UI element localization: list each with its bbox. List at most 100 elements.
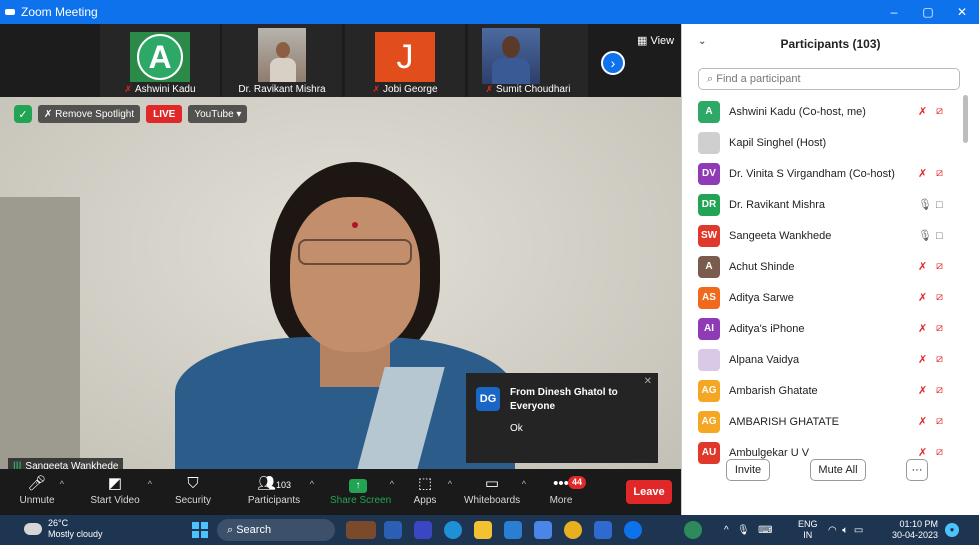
mic-muted-icon[interactable]: ✗ xyxy=(918,167,927,180)
mic-icon[interactable]: 🎙︎ xyxy=(918,198,932,211)
zoom-taskbar-icon[interactable] xyxy=(624,521,642,539)
participant-row[interactable]: SW Sangeeta Wankhede 🎙︎ □ xyxy=(682,220,972,251)
avatar: DR xyxy=(698,193,720,216)
chevron-up-icon[interactable]: ^ xyxy=(724,525,729,536)
mic-muted-icon[interactable]: ✗ xyxy=(918,353,927,366)
thumbnail-name: Ashwini Kadu xyxy=(134,84,196,95)
chat-notification[interactable]: DG From Dinesh Ghatol to Everyone Ok ✕ xyxy=(466,373,658,463)
participant-row[interactable]: A Achut Shinde ✗ ⧄ xyxy=(682,251,972,282)
thumbnail-sumit[interactable]: ✗ Sumit Choudhari xyxy=(468,24,588,97)
video-off-icon[interactable]: ⧄ xyxy=(936,322,943,335)
video-off-icon[interactable]: ⧄ xyxy=(936,260,943,273)
thumbnail-ravikant[interactable]: Dr. Ravikant Mishra xyxy=(222,24,342,97)
participant-list: A Ashwini Kadu (Co-host, me) ✗ ⧄ Kapil Singh… xyxy=(682,96,972,474)
view-button[interactable]: ▦ View xyxy=(637,34,674,47)
video-off-icon[interactable]: ⧄ xyxy=(936,167,943,180)
unmute-button[interactable]: 🎤︎ Unmute ^ xyxy=(14,473,64,513)
mic-muted-icon[interactable]: ✗ xyxy=(918,415,927,428)
participant-row[interactable]: AG AMBARISH GHATATE ✗ ⧄ xyxy=(682,406,972,437)
youtube-label: YouTube xyxy=(194,108,234,120)
apps-button[interactable]: ⬚ Apps ^ xyxy=(410,473,452,513)
mic-muted-icon[interactable]: ✗ xyxy=(918,260,927,273)
participant-row[interactable]: AG Ambarish Ghatate ✗ ⧄ xyxy=(682,375,972,406)
notification-icon[interactable]: ● xyxy=(945,523,959,537)
search-input[interactable]: ⌕ Find a participant xyxy=(698,68,960,90)
language-code: ENG xyxy=(798,519,818,529)
live-badge[interactable]: LIVE xyxy=(146,105,183,123)
chrome-icon[interactable] xyxy=(564,521,582,539)
chevron-up-icon[interactable]: ^ xyxy=(60,479,64,489)
close-icon[interactable]: ✕ xyxy=(945,0,979,24)
mic-muted-icon[interactable]: ✗ xyxy=(918,105,927,118)
video-icon[interactable]: □ xyxy=(936,230,943,242)
start-video-button[interactable]: ◩ Start Video ^ xyxy=(86,473,152,513)
video-icon[interactable]: □ xyxy=(936,199,943,211)
participant-row[interactable]: AS Aditya Sarwe ✗ ⧄ xyxy=(682,282,972,313)
thumbnail-ashwini[interactable]: A ✗ Ashwini Kadu xyxy=(100,24,220,97)
chevron-up-icon[interactable]: ^ xyxy=(148,479,152,489)
mute-all-button[interactable]: Mute All xyxy=(810,459,866,481)
security-label: Security xyxy=(174,495,212,506)
mic-muted-icon[interactable]: ✗ xyxy=(918,446,927,459)
mic-muted-icon[interactable]: ✗ xyxy=(918,322,927,335)
video-off-icon[interactable]: ⧄ xyxy=(936,105,943,118)
mic-muted-icon[interactable]: ✗ xyxy=(918,291,927,304)
clock[interactable]: 01:10 PM 30-04-2023 xyxy=(888,519,938,541)
title-bar: Zoom Meeting – ▢ ✕ xyxy=(0,0,979,24)
chevron-up-icon[interactable]: ^ xyxy=(310,479,314,489)
chevron-up-icon[interactable]: ^ xyxy=(448,479,452,489)
invite-button[interactable]: Invite xyxy=(726,459,770,481)
video-off-icon[interactable]: ⧄ xyxy=(936,415,943,428)
taskbar-search[interactable]: ⌕ Search xyxy=(217,519,335,541)
windows-start-icon[interactable] xyxy=(192,522,208,538)
file-explorer-icon[interactable] xyxy=(474,521,492,539)
video-off-icon[interactable]: ⧄ xyxy=(936,446,943,459)
chevron-up-icon[interactable]: ^ xyxy=(522,479,526,489)
sender-avatar: DG xyxy=(476,387,500,411)
telegram-icon[interactable] xyxy=(534,521,552,539)
video-off-icon[interactable]: ⧄ xyxy=(936,384,943,397)
remove-spotlight-button[interactable]: ✗ Remove Spotlight xyxy=(38,105,141,123)
next-page-icon[interactable]: › xyxy=(601,51,625,75)
participant-row[interactable]: AI Aditya's iPhone ✗ ⧄ xyxy=(682,313,972,344)
keyboard-icon[interactable]: ⌨ xyxy=(758,525,772,536)
news-icon[interactable] xyxy=(346,521,376,539)
more-options-button[interactable]: ··· xyxy=(906,459,928,481)
thumbnail-jobi[interactable]: J ✗ Jobi George xyxy=(345,24,465,97)
video-off-icon[interactable]: ⧄ xyxy=(936,291,943,304)
avatar-letter: A xyxy=(137,34,183,80)
minimize-icon[interactable]: – xyxy=(877,0,911,24)
youtube-dropdown[interactable]: YouTube ▾ xyxy=(188,105,248,123)
participants-button[interactable]: 👥︎103 Participants ^ xyxy=(244,473,314,513)
weather-widget[interactable]: 26°C Mostly cloudy xyxy=(24,518,103,540)
app-icon[interactable] xyxy=(414,521,432,539)
scrollbar[interactable] xyxy=(963,95,968,143)
participant-row[interactable]: Kapil Singhel (Host) xyxy=(682,127,972,158)
word-icon[interactable] xyxy=(384,521,402,539)
participant-row[interactable]: DV Dr. Vinita S Virgandham (Co-host) ✗ ⧄ xyxy=(682,158,972,189)
app-icon[interactable] xyxy=(684,521,702,539)
edge-icon[interactable] xyxy=(444,521,462,539)
chevron-up-icon[interactable]: ^ xyxy=(390,479,394,489)
participant-row[interactable]: DR Dr. Ravikant Mishra 🎙︎ □ xyxy=(682,189,972,220)
close-icon[interactable]: ✕ xyxy=(644,376,652,387)
language-indicator[interactable]: ENG IN xyxy=(798,519,818,541)
mic-icon[interactable]: 🎙︎ xyxy=(918,229,932,242)
mic-muted-icon: ✗ xyxy=(485,84,494,94)
app-icon[interactable] xyxy=(594,521,612,539)
video-off-icon[interactable]: ⧄ xyxy=(936,353,943,366)
participant-row[interactable]: A Ashwini Kadu (Co-host, me) ✗ ⧄ xyxy=(682,96,972,127)
participants-label: Participants xyxy=(247,495,301,506)
mic-muted-icon: ✗ xyxy=(372,84,381,94)
mic-icon[interactable]: 🎙︎ xyxy=(737,525,750,536)
maximize-icon[interactable]: ▢ xyxy=(911,0,945,24)
share-screen-button[interactable]: ↑ Share Screen ^ xyxy=(330,473,394,513)
store-icon[interactable] xyxy=(504,521,522,539)
status-icons[interactable]: ◠ 🔈︎ ▭ xyxy=(828,515,863,545)
mic-muted-icon[interactable]: ✗ xyxy=(918,384,927,397)
leave-button[interactable]: Leave xyxy=(626,480,672,504)
participant-row[interactable]: Alpana Vaidya ✗ ⧄ xyxy=(682,344,972,375)
chevron-down-icon[interactable]: ⌄ xyxy=(698,36,706,47)
whiteboards-button[interactable]: ▭ Whiteboards ^ xyxy=(464,473,526,513)
security-button[interactable]: ⛉ Security xyxy=(170,473,216,513)
